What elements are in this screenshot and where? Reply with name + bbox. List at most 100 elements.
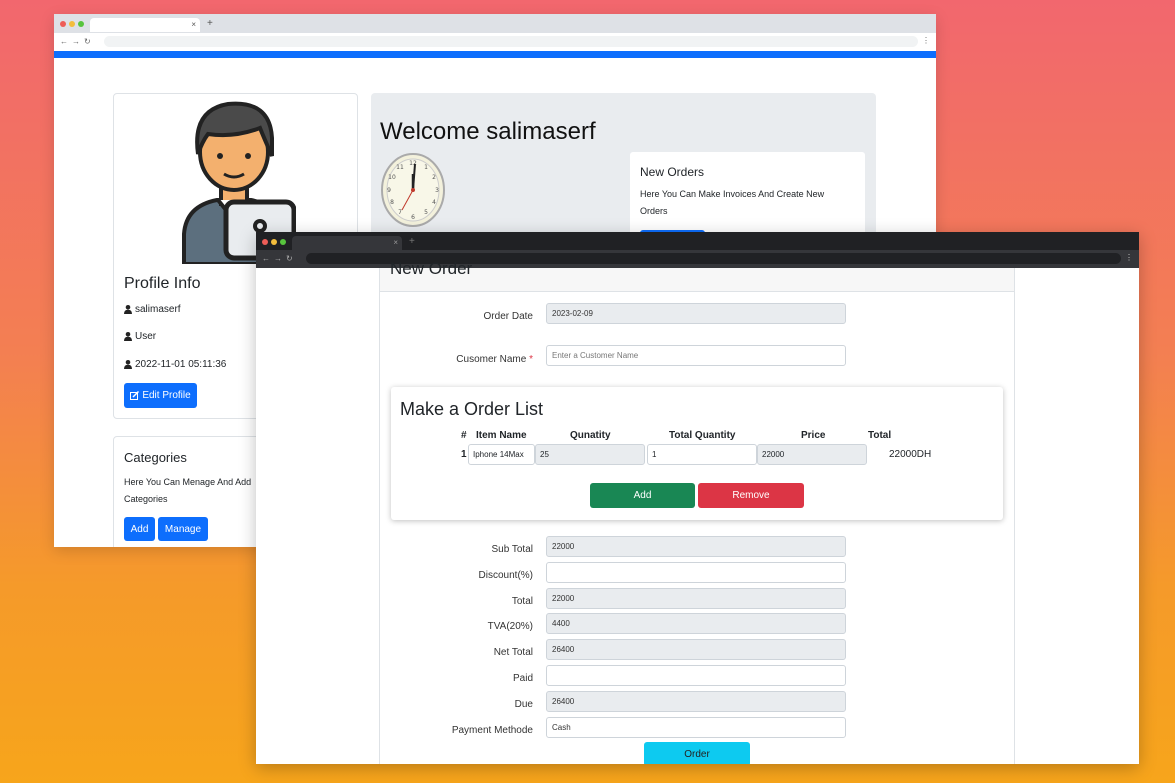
paid-label: Paid — [512, 673, 533, 684]
edit-profile-button[interactable]: Edit Profile — [124, 383, 197, 408]
browser-tab[interactable]: × — [292, 236, 402, 250]
col-header-item-name: Item Name — [476, 430, 527, 441]
total-quantity-input[interactable]: 1 — [647, 444, 757, 465]
maximize-window-icon[interactable] — [78, 21, 84, 27]
tva-label: TVA(20%) — [487, 621, 533, 632]
categories-title: Categories — [124, 450, 187, 465]
profile-date: 2022-11-01 05:11:36 — [124, 359, 226, 370]
order-button[interactable]: Order — [644, 742, 750, 764]
price-field[interactable]: 22000 — [757, 444, 867, 465]
tva-field[interactable]: 4400 — [546, 613, 846, 634]
browser-chrome: × + ←→↻ ⋮ — [54, 14, 936, 51]
browser-tab[interactable]: × — [90, 18, 200, 32]
discount-label: Discount(%) — [478, 570, 533, 581]
svg-text:1: 1 — [424, 164, 428, 171]
role-text: User — [135, 331, 157, 342]
clock-icon: 1212 345 678 91011 — [381, 153, 445, 227]
customer-name-input[interactable]: Enter a Customer Name — [546, 345, 846, 366]
minimize-window-icon[interactable] — [69, 21, 75, 27]
sub-total-field[interactable]: 22000 — [546, 536, 846, 557]
total-field[interactable]: 22000 — [546, 588, 846, 609]
welcome-panel: Welcome salimaserf 12 1 2 345 678 9 10 11 Ne… — [371, 93, 876, 253]
profile-role: User — [124, 331, 156, 342]
total-label: Total — [511, 596, 533, 607]
navbar — [54, 51, 936, 58]
svg-text:10: 10 — [388, 174, 396, 181]
net-total-field[interactable]: 26400 — [546, 639, 846, 660]
row-total: 22000DH — [889, 449, 932, 460]
address-bar[interactable] — [104, 36, 918, 47]
menu-icon[interactable]: ⋮ — [1125, 253, 1133, 262]
due-field[interactable]: 26400 — [546, 691, 846, 712]
sub-total-label: Sub Total — [491, 544, 533, 555]
edit-profile-label: Edit Profile — [142, 390, 191, 401]
menu-icon[interactable]: ⋮ — [922, 36, 930, 45]
col-header-quantity: Qunatity — [570, 430, 611, 441]
svg-text:5: 5 — [424, 209, 428, 216]
new-orders-text: Here You Can Make Invoices And Create Ne… — [640, 189, 825, 216]
front-browser-window: × + ←→↻ ⋮ New Order Order Date 2023-02-0… — [256, 232, 1139, 764]
order-list-card: Make a Order List # Item Name Qunatity T… — [391, 387, 1003, 520]
profile-title: Profile Info — [124, 275, 201, 292]
svg-text:8: 8 — [390, 199, 394, 206]
add-category-button[interactable]: Add — [124, 517, 155, 541]
card-title: New Order — [390, 259, 473, 278]
maximize-window-icon[interactable] — [280, 239, 286, 245]
close-tab-icon[interactable]: × — [191, 20, 196, 29]
edit-icon — [130, 391, 140, 400]
svg-text:11: 11 — [396, 164, 404, 171]
due-label: Due — [514, 699, 533, 710]
svg-text:3: 3 — [435, 187, 439, 194]
minimize-window-icon[interactable] — [271, 239, 277, 245]
toolbar: ←→↻ ⋮ — [256, 250, 1139, 268]
remove-item-button[interactable]: Remove — [698, 483, 804, 508]
required-mark: * — [529, 354, 533, 365]
navigation-icons[interactable]: ←→↻ — [262, 254, 297, 263]
manage-categories-button[interactable]: Manage — [158, 517, 208, 541]
order-date-field[interactable]: 2023-02-09 — [546, 303, 846, 324]
svg-text:6: 6 — [411, 214, 415, 221]
new-tab-icon[interactable]: + — [207, 18, 213, 29]
order-list-title: Make a Order List — [400, 399, 544, 419]
col-header-total: Total — [868, 430, 892, 441]
date-text: 2022-11-01 05:11:36 — [135, 359, 227, 370]
item-name-input[interactable]: Iphone 14Max — [468, 444, 535, 465]
user-icon — [124, 305, 132, 314]
svg-text:7: 7 — [398, 209, 402, 216]
close-tab-icon[interactable]: × — [393, 238, 398, 247]
navigation-icons[interactable]: ←→↻ — [60, 37, 95, 46]
row-number: 1 — [461, 449, 467, 460]
svg-text:4: 4 — [432, 199, 436, 206]
card-header: New Order — [380, 259, 1014, 292]
col-header-total-quantity: Total Quantity — [669, 430, 736, 441]
profile-username: salimaserf — [124, 304, 181, 315]
svg-text:2: 2 — [432, 174, 436, 181]
discount-input[interactable] — [546, 562, 846, 583]
new-orders-title: New Orders — [640, 165, 705, 179]
close-window-icon[interactable] — [60, 21, 66, 27]
window-controls — [262, 239, 286, 245]
username-text: salimaserf — [135, 304, 181, 315]
welcome-title: Welcome salimaserf — [380, 118, 596, 145]
payment-method-select[interactable]: Cash — [546, 717, 846, 738]
close-window-icon[interactable] — [262, 239, 268, 245]
add-item-button[interactable]: Add — [590, 483, 695, 508]
quantity-field[interactable]: 25 — [535, 444, 645, 465]
customer-name-label: Cusomer Name * — [456, 354, 533, 365]
svg-text:9: 9 — [387, 187, 391, 194]
col-header-number: # — [461, 430, 467, 441]
window-controls — [60, 21, 84, 27]
user-icon — [124, 332, 132, 341]
payment-method-label: Payment Methode — [451, 725, 533, 736]
col-header-price: Price — [801, 430, 826, 441]
paid-input[interactable] — [546, 665, 846, 686]
net-total-label: Net Total — [493, 647, 533, 658]
user-icon — [124, 360, 132, 369]
new-order-card: New Order Order Date 2023-02-09 Cusomer … — [379, 259, 1015, 764]
browser-chrome: × + ←→↻ ⋮ — [256, 232, 1139, 268]
toolbar: ←→↻ ⋮ — [54, 33, 936, 51]
order-date-label: Order Date — [483, 311, 533, 322]
customer-name-label-text: Cusomer Name — [456, 354, 527, 365]
categories-text: Here You Can Menage And Add Categories — [124, 477, 252, 504]
new-tab-icon[interactable]: + — [409, 236, 415, 247]
